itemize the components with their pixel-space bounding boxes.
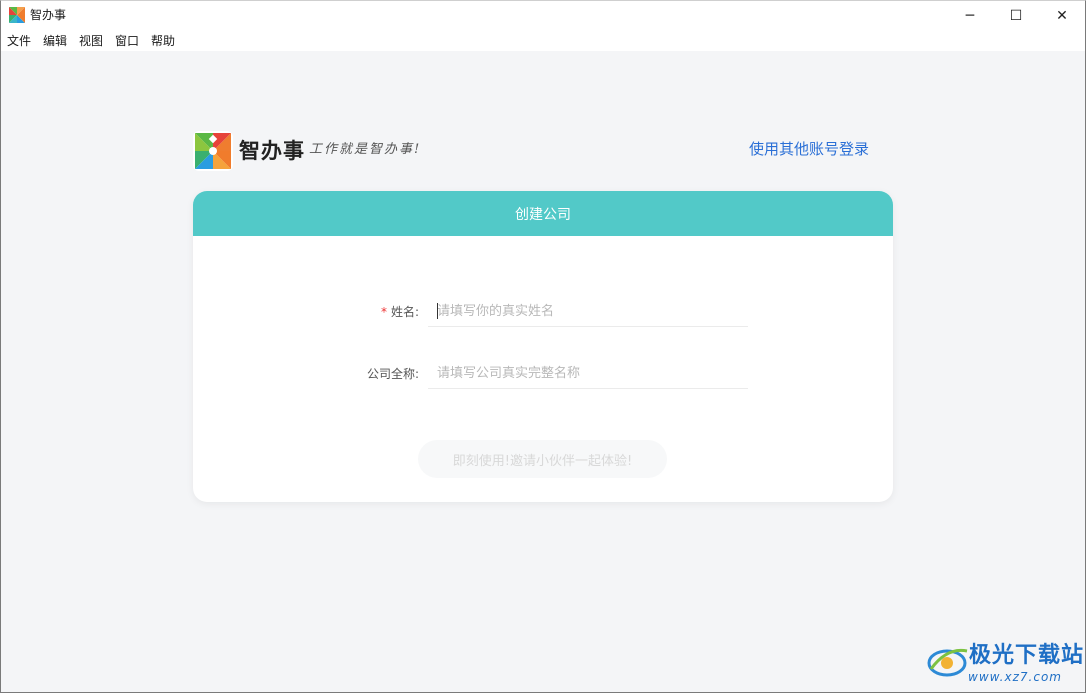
card-header: 创建公司	[193, 191, 893, 236]
watermark-url: www.xz7.com	[968, 670, 1062, 684]
menu-file[interactable]: 文件	[7, 33, 31, 49]
app-logo-icon	[9, 7, 25, 23]
required-mark: *	[380, 305, 387, 319]
watermark-logo-icon	[927, 648, 968, 677]
menu-help[interactable]: 帮助	[151, 33, 175, 49]
name-field-label: * 姓名:	[323, 304, 419, 320]
card-title: 创建公司	[515, 206, 571, 223]
title-bar: 智办事 ─ ☐ ✕	[0, 0, 1086, 31]
menu-bar: 文件 编辑 视图 窗口 帮助	[0, 31, 1086, 51]
watermark-text: 极光下载站	[969, 643, 1085, 668]
close-button[interactable]: ✕	[1039, 0, 1085, 31]
name-input[interactable]	[428, 297, 748, 327]
brand-slogan: 工作就是智办事!	[309, 142, 422, 157]
maximize-button[interactable]: ☐	[993, 0, 1039, 31]
window-title: 智办事	[30, 8, 67, 22]
minimize-icon: ─	[965, 7, 975, 24]
name-label-text: 姓名:	[390, 305, 419, 319]
text-caret	[437, 303, 438, 319]
other-account-login-link[interactable]: 使用其他账号登录	[749, 139, 869, 159]
minimize-button[interactable]: ─	[947, 0, 993, 31]
company-label-text: 公司全称:	[366, 367, 419, 381]
menu-edit[interactable]: 编辑	[43, 33, 67, 49]
menu-window[interactable]: 窗口	[115, 33, 139, 49]
maximize-icon: ☐	[1009, 7, 1023, 24]
close-icon: ✕	[1056, 7, 1068, 24]
menu-view[interactable]: 视图	[79, 33, 103, 49]
company-name-input[interactable]	[428, 359, 748, 389]
company-field-label: 公司全称:	[323, 366, 419, 382]
pinwheel-logo-icon	[193, 131, 233, 171]
brand-name: 智办事	[239, 139, 305, 163]
submit-button[interactable]: 即刻使用!邀请小伙伴一起体验!	[418, 440, 667, 478]
create-company-card: 创建公司 *姓名: 公司全称: 即刻使用!邀请小伙伴一起体验!	[193, 191, 893, 502]
